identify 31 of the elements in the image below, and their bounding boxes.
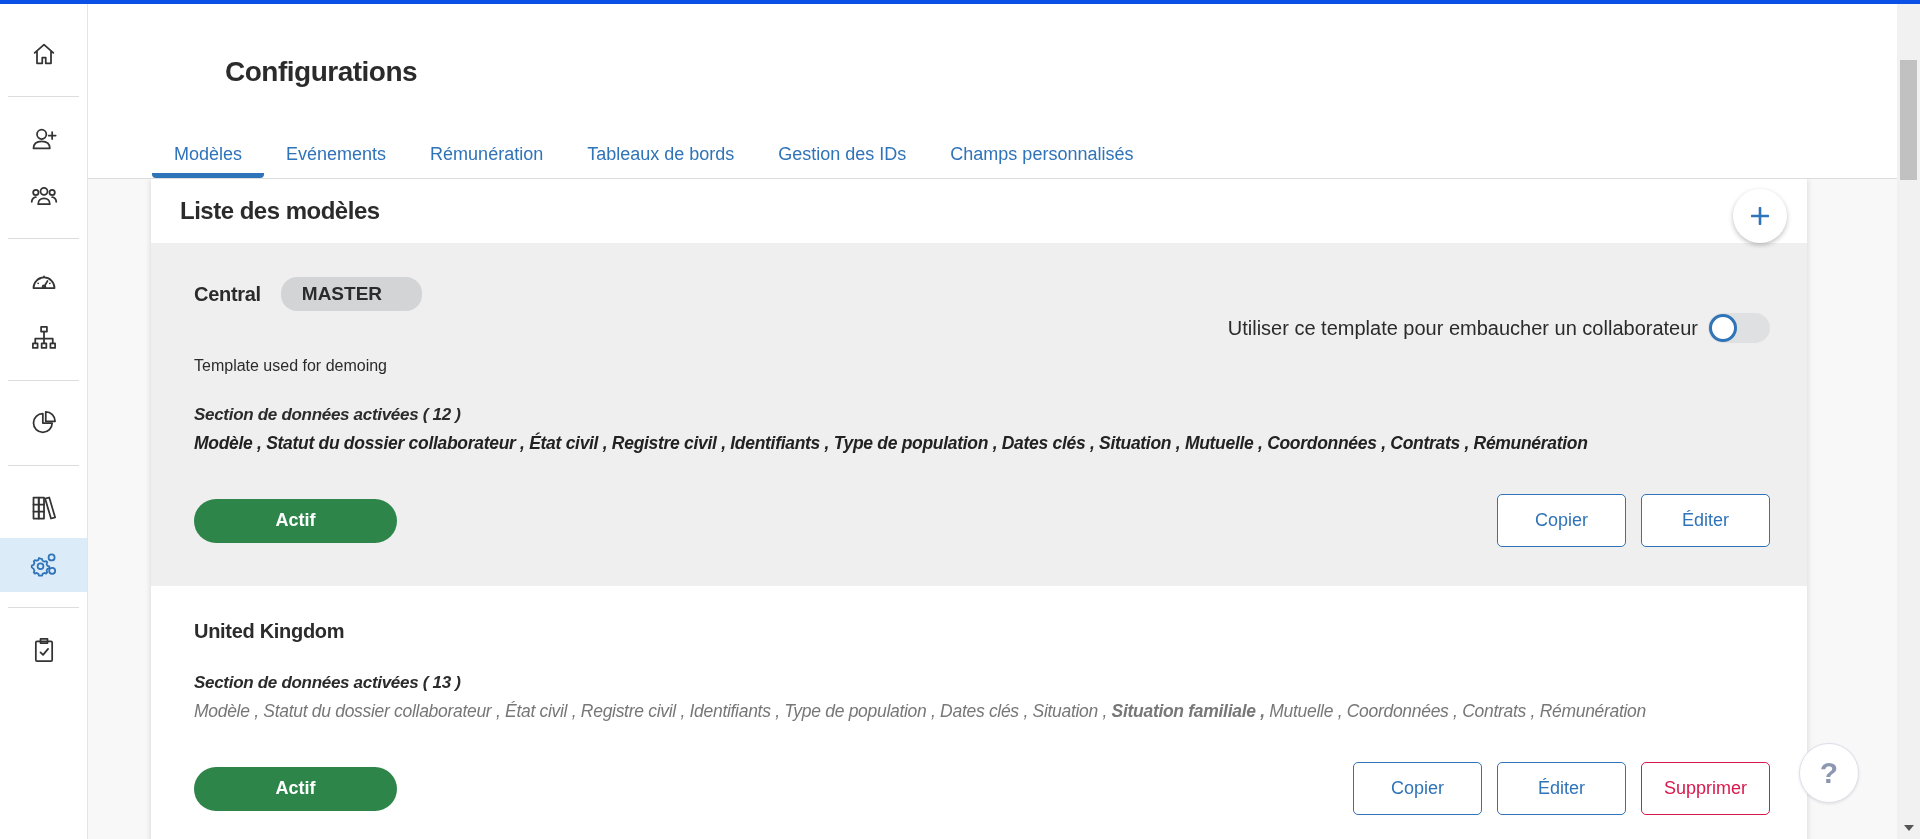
page-title: Configurations (225, 56, 419, 88)
hierarchy-icon (29, 324, 58, 352)
toggle-switch[interactable] (1708, 313, 1770, 343)
tab[interactable]: Gestion des IDs (756, 138, 929, 178)
master-badge: MASTER (280, 277, 423, 311)
model-description: Template used for demoing (194, 357, 388, 375)
card-title: Liste des modèles (180, 197, 380, 225)
sections-list: Modèle , Statut du dossier collaborateur , État civil , Registre civil , Identifiants , Type de population , Dates clés , Situation , Mutuelle , Coordonnées , Contrats , Rémunération (194, 433, 1770, 454)
action-button[interactable]: Copier (1497, 494, 1626, 547)
gears-icon (29, 551, 58, 579)
action-button[interactable]: Supprimer (1641, 762, 1770, 815)
scrollbar-thumb[interactable] (1900, 60, 1917, 180)
scroll-down-icon[interactable] (1904, 825, 1914, 831)
action-button[interactable]: Copier (1353, 762, 1482, 815)
plus-icon (1751, 207, 1769, 225)
add-button[interactable] (1733, 189, 1787, 243)
sections-title: Section de données activées ( 12 ) (194, 405, 462, 425)
model-name: United Kingdom (194, 620, 345, 643)
action-button[interactable]: Éditer (1497, 762, 1626, 815)
tab[interactable]: Evénements (264, 138, 409, 178)
sections-title: Section de données activées ( 13 ) (194, 673, 462, 693)
scrollbar[interactable] (1897, 4, 1920, 839)
action-button[interactable]: Éditer (1641, 494, 1770, 547)
tab[interactable]: Rémunération (408, 138, 566, 178)
tab[interactable]: Tableaux de bords (565, 138, 757, 178)
sections-list: Modèle , Statut du dossier collaborateur , État civil , Registre civil , Identifiants , Type de population , Dates clés , Situation , Situation familiale , Mutuelle , Coordonnées , Contrats , Rémunération (194, 701, 1770, 722)
status-button[interactable]: Actif (194, 766, 397, 811)
tab[interactable]: Champs personnalisés (928, 138, 1156, 178)
model-name: Central (194, 282, 261, 306)
toggle-label: Utiliser ce template pour embaucher un collaborateur (1227, 316, 1698, 340)
status-button[interactable]: Actif (194, 498, 397, 543)
